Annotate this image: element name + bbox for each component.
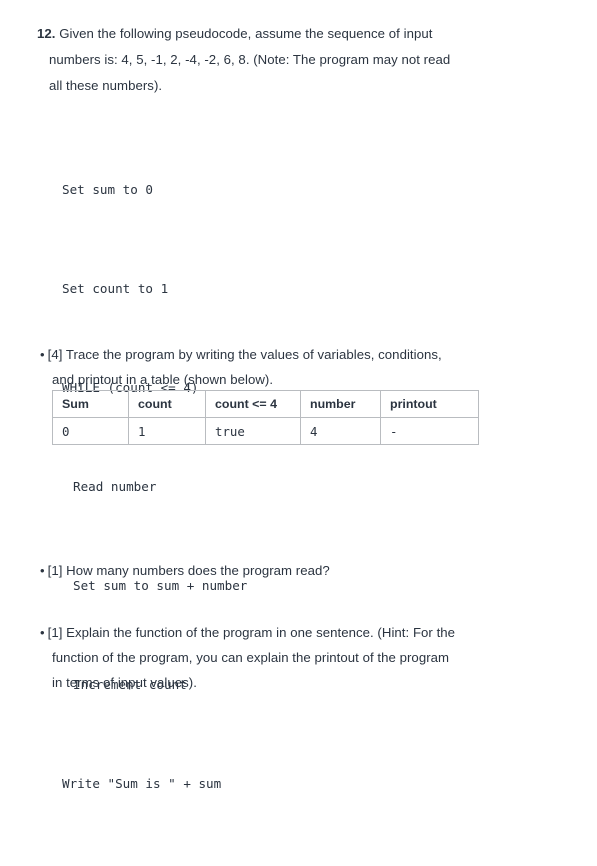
header-condition: count <= 4 — [205, 390, 301, 418]
cell-printout: - — [380, 417, 479, 445]
bullet-howmany-line-1: • [1] How many numbers does the program r… — [40, 558, 545, 583]
bullet-howmany-line-1-text: [1] How many numbers does the program re… — [47, 563, 330, 578]
cell-count: 1 — [128, 417, 206, 445]
header-number: number — [300, 390, 381, 418]
bullet-explain-line-1: • [1] Explain the function of the program… — [40, 620, 545, 645]
bullet-how-many-numbers: • [1] How many numbers does the program r… — [40, 558, 545, 583]
table-row: 0 1 true 4 - — [52, 417, 479, 445]
bullet-dot-icon: • — [40, 347, 45, 362]
bullet-dot-icon: • — [40, 563, 45, 578]
bullet-explain-line-2: function of the program, you can explain… — [52, 650, 450, 665]
bullet-trace-line-2: and printout in a table (shown below). — [52, 372, 274, 387]
code-line-set-sum: Set sum to 0 — [62, 182, 153, 197]
cell-sum: 0 — [52, 417, 129, 445]
bullet-explain-line-1-text: [1] Explain the function of the program … — [47, 625, 456, 640]
cell-number: 4 — [300, 417, 381, 445]
bullet-explain-line-3: in terms of input values). — [52, 675, 197, 690]
question-number: 12. — [37, 26, 56, 41]
question-line-2: numbers is: 4, 5, -1, 2, -4, -2, 6, 8. (… — [49, 52, 451, 67]
document-page: 12. Given the following pseudocode, assu… — [0, 0, 597, 791]
bullet-trace-line-1: • [4] Trace the program by writing the va… — [40, 342, 545, 367]
question-statement: 12. Given the following pseudocode, assu… — [37, 21, 542, 99]
bullet-dot-icon: • — [40, 625, 45, 640]
code-line-read-number: Read number — [73, 479, 157, 494]
bullet-explain-function: • [1] Explain the function of the program… — [40, 620, 545, 695]
pseudocode-block: Set sum to 0 Set count to 1 WHILE (count… — [62, 107, 247, 866]
header-count: count — [128, 390, 206, 418]
bullet-trace-program: • [4] Trace the program by writing the va… — [40, 342, 545, 392]
header-printout: printout — [380, 390, 479, 418]
question-line-3: all these numbers). — [49, 78, 163, 93]
bullet-trace-line-1-text: [4] Trace the program by writing the val… — [47, 347, 442, 362]
cell-condition: true — [205, 417, 301, 445]
code-line-write: Write "Sum is " + sum — [62, 776, 222, 791]
question-line-1: 12. Given the following pseudocode, assu… — [37, 21, 542, 47]
header-sum: Sum — [52, 390, 129, 418]
trace-table: Sum count count <= 4 number printout 0 1… — [52, 390, 479, 445]
trace-table-header-row: Sum count count <= 4 number printout — [52, 390, 479, 418]
trace-table-body: 0 1 true 4 - — [52, 417, 479, 445]
trace-table-head: Sum count count <= 4 number printout — [52, 390, 479, 418]
code-line-set-count: Set count to 1 — [62, 281, 169, 296]
question-line-1-text: Given the following pseudocode, assume t… — [59, 26, 433, 41]
